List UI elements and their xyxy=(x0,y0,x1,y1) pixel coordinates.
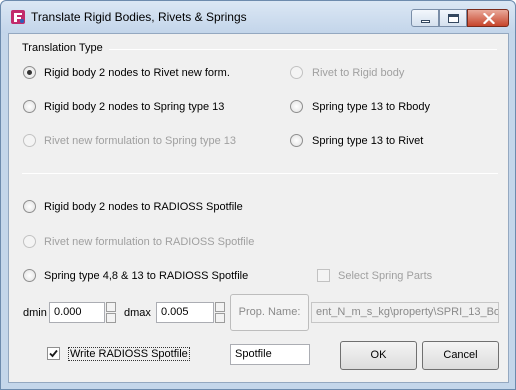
dmax-label: dmax xyxy=(124,307,151,319)
prop-name-field[interactable]: ent_N_m_s_kg\property\SPRI_13_Bolt xyxy=(311,302,499,323)
dmin-label: dmin xyxy=(23,307,47,319)
translate-app-icon xyxy=(10,9,26,25)
label-spring-to-spotfile: Spring type 4,8 & 13 to RADIOSS Spotfile xyxy=(44,270,249,282)
label-rivet-to-spring: Rivet new formulation to Spring type 13 xyxy=(44,135,236,147)
radio-rb-to-spring[interactable] xyxy=(23,100,36,113)
radio-spring-to-rivet[interactable] xyxy=(290,134,303,147)
section-separator xyxy=(22,173,498,174)
group-title: Translation Type xyxy=(22,42,103,54)
select-spring-parts-checkbox[interactable] xyxy=(317,269,330,282)
cancel-button[interactable]: Cancel xyxy=(422,341,499,370)
label-rb-to-spotfile: Rigid body 2 nodes to RADIOSS Spotfile xyxy=(44,201,243,213)
minimize-button[interactable] xyxy=(411,9,439,27)
dialog-window: Translate Rigid Bodies, Rivets & Springs… xyxy=(0,0,516,390)
radio-spring-to-rbody[interactable] xyxy=(290,100,303,113)
ok-button[interactable]: OK xyxy=(340,341,417,370)
write-spotfile-checkbox[interactable] xyxy=(47,347,60,360)
radio-rivet-to-spotfile[interactable] xyxy=(23,235,36,248)
label-rb-to-spring: Rigid body 2 nodes to Spring type 13 xyxy=(44,101,225,113)
close-icon xyxy=(483,13,495,24)
spin-down-icon[interactable] xyxy=(106,313,116,323)
radio-rb-to-rivet[interactable] xyxy=(23,66,36,79)
spin-up-icon[interactable] xyxy=(106,302,116,312)
label-spring-to-rivet: Spring type 13 to Rivet xyxy=(312,135,424,147)
dmax-input[interactable]: 0.005 xyxy=(156,302,214,323)
dmin-input[interactable]: 0.000 xyxy=(49,302,105,323)
dmin-spinner[interactable] xyxy=(106,302,116,323)
close-button[interactable] xyxy=(467,9,509,27)
checkmark-icon xyxy=(49,349,58,358)
dialog-body: Translation Type Rigid body 2 nodes to R… xyxy=(8,33,509,383)
minimize-icon xyxy=(421,20,430,23)
label-select-spring-parts: Select Spring Parts xyxy=(338,270,433,282)
spin-down-icon[interactable] xyxy=(215,313,225,323)
title-bar[interactable]: Translate Rigid Bodies, Rivets & Springs xyxy=(1,1,515,33)
label-spring-to-rbody: Spring type 13 to Rbody xyxy=(312,101,431,113)
radio-rb-to-spotfile[interactable] xyxy=(23,200,36,213)
group-separator xyxy=(109,49,497,50)
window-title: Translate Rigid Bodies, Rivets & Springs xyxy=(31,10,247,24)
spotfile-name-input[interactable]: Spotfile xyxy=(230,344,310,365)
label-rb-to-rivet: Rigid body 2 nodes to Rivet new form. xyxy=(44,67,230,79)
dmax-spinner[interactable] xyxy=(215,302,225,323)
radio-spring-to-spotfile[interactable] xyxy=(23,269,36,282)
radio-rivet-to-spring[interactable] xyxy=(23,134,36,147)
label-rivet-to-spotfile: Rivet new formulation to RADIOSS Spotfil… xyxy=(44,236,255,248)
prop-name-button[interactable]: Prop. Name: xyxy=(230,294,309,331)
label-rivet-to-rbody: Rivet to Rigid body xyxy=(312,67,405,79)
maximize-button[interactable] xyxy=(439,9,467,27)
radio-rivet-to-rbody[interactable] xyxy=(290,66,303,79)
label-write-spotfile: Write RADIOSS Spotfile xyxy=(68,347,190,361)
spin-up-icon[interactable] xyxy=(215,302,225,312)
maximize-icon xyxy=(448,14,459,23)
